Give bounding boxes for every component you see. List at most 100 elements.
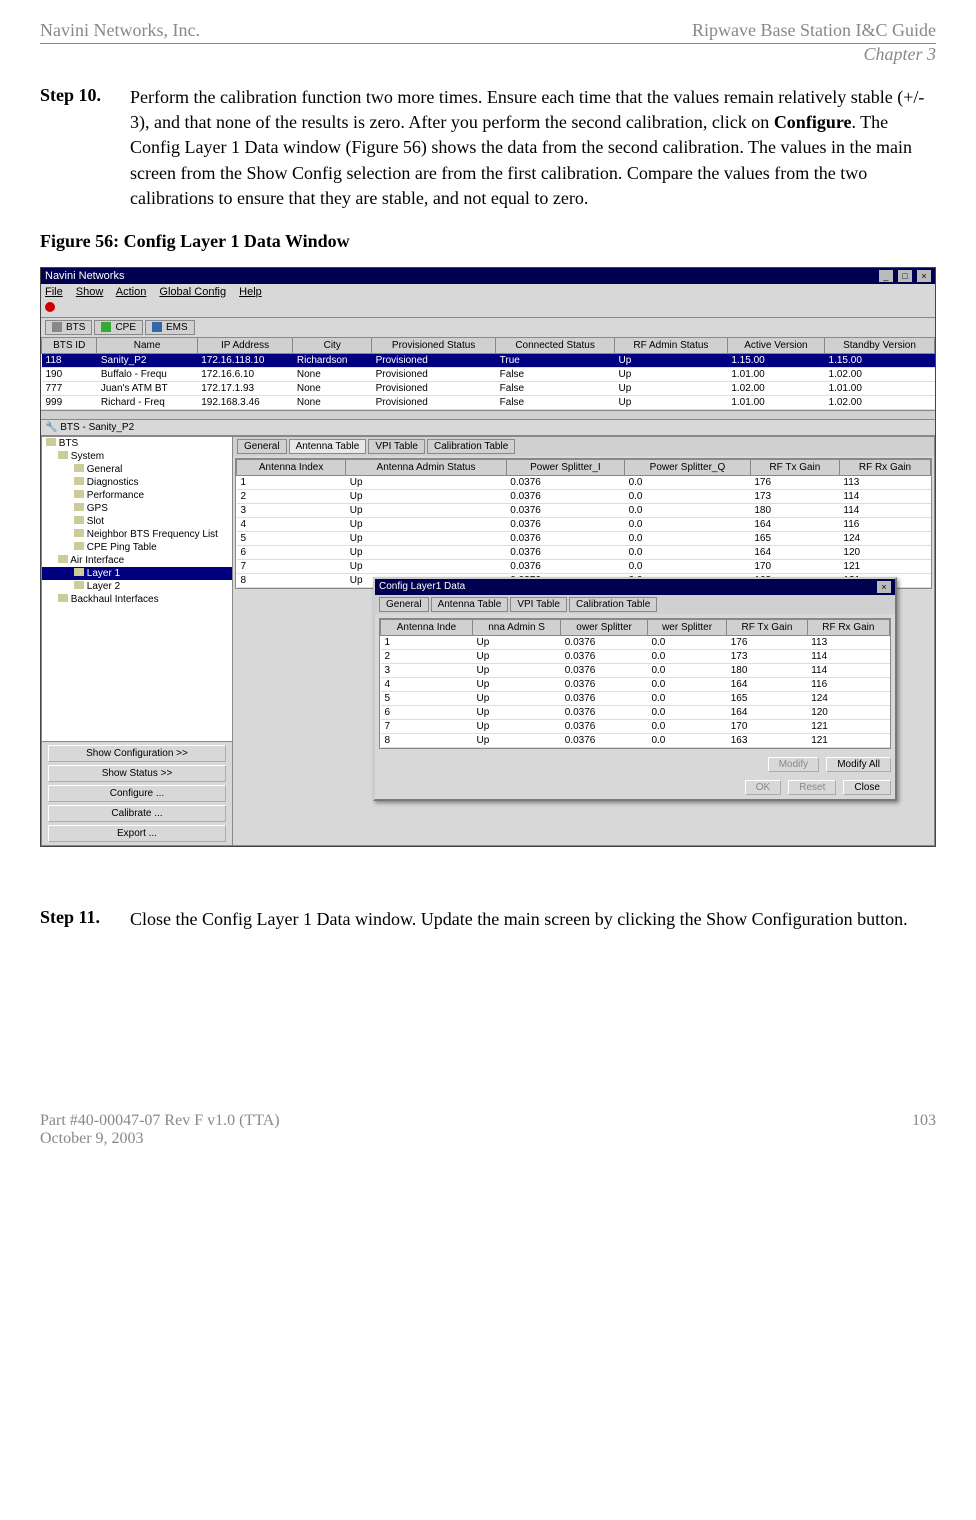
table-row[interactable]: 2Up0.03760.0173114	[381, 649, 890, 663]
tree-node[interactable]: CPE Ping Table	[42, 541, 232, 554]
col-header[interactable]: Antenna Index	[237, 459, 346, 475]
col-header[interactable]: Standby Version	[825, 337, 935, 353]
tree-node[interactable]: Layer 1	[42, 567, 232, 580]
col-header[interactable]: RF Rx Gain	[807, 619, 889, 635]
col-header[interactable]: IP Address	[197, 337, 293, 353]
tree-node[interactable]: Diagnostics	[42, 476, 232, 489]
col-header[interactable]: BTS ID	[42, 337, 97, 353]
menubar: File Show Action Global Config Help	[41, 284, 935, 300]
table-row[interactable]: 8Up0.03760.0163121	[381, 733, 890, 747]
col-header[interactable]: wer Splitter	[647, 619, 726, 635]
tree-node[interactable]: BTS	[42, 437, 232, 450]
table-row[interactable]: 4Up0.03760.0164116	[381, 677, 890, 691]
menu-global-config[interactable]: Global Config	[159, 286, 226, 298]
table-row[interactable]: 1Up0.03760.0176113	[237, 475, 931, 489]
nav-tree[interactable]: BTS System General Diagnostics Performan…	[41, 436, 233, 742]
tab-general[interactable]: General	[237, 439, 287, 454]
table-row[interactable]: 6Up0.03760.0164120	[381, 705, 890, 719]
dialog-close-icon[interactable]: ×	[877, 581, 891, 593]
tab-antenna[interactable]: Antenna Table	[289, 439, 367, 454]
dialog-grid[interactable]: Antenna Indenna Admin Sower Splitterwer …	[380, 619, 890, 748]
col-header[interactable]: RF Admin Status	[615, 337, 728, 353]
tree-node[interactable]: System	[42, 450, 232, 463]
splitter[interactable]	[41, 410, 935, 420]
tree-node[interactable]: GPS	[42, 502, 232, 515]
dialog-buttons-row2: OK Reset Close	[375, 776, 895, 799]
table-row[interactable]: 7Up0.03760.0170121	[237, 559, 931, 573]
cpe-icon	[101, 322, 111, 332]
col-header[interactable]: ower Splitter	[561, 619, 648, 635]
toolbar-icon[interactable]	[45, 302, 55, 312]
close-icon[interactable]: ×	[917, 270, 931, 282]
col-header[interactable]: Name	[97, 337, 197, 353]
col-header[interactable]: RF Rx Gain	[839, 459, 930, 475]
dtab-calibration[interactable]: Calibration Table	[569, 597, 657, 612]
col-header[interactable]: RF Tx Gain	[750, 459, 839, 475]
menu-help[interactable]: Help	[239, 286, 262, 298]
tab-vpi[interactable]: VPI Table	[368, 439, 425, 454]
col-header[interactable]: Power Splitter_I	[506, 459, 624, 475]
tree-node[interactable]: Air Interface	[42, 554, 232, 567]
dtab-antenna[interactable]: Antenna Table	[431, 597, 509, 612]
table-row[interactable]: 3Up0.03760.0180114	[237, 503, 931, 517]
btn-modify[interactable]: Modify	[768, 757, 819, 772]
table-row[interactable]: 4Up0.03760.0164116	[237, 517, 931, 531]
col-header[interactable]: Active Version	[727, 337, 824, 353]
tab-ems[interactable]: EMS	[145, 320, 195, 335]
table-row[interactable]: 5Up0.03760.0165124	[381, 691, 890, 705]
table-row[interactable]: 999Richard - Freq192.168.3.46NoneProvisi…	[42, 395, 935, 409]
col-header[interactable]: Antenna Admin Status	[346, 459, 507, 475]
maximize-icon[interactable]: □	[898, 270, 912, 282]
inner-tabs: General Antenna Table VPI Table Calibrat…	[233, 437, 934, 456]
menu-file[interactable]: File	[45, 286, 63, 298]
dtab-vpi[interactable]: VPI Table	[510, 597, 567, 612]
btn-ok[interactable]: OK	[745, 780, 781, 795]
side-buttons: Show Configuration >> Show Status >> Con…	[41, 742, 233, 846]
menu-action[interactable]: Action	[116, 286, 147, 298]
minimize-icon[interactable]: _	[879, 270, 893, 282]
menu-show[interactable]: Show	[76, 286, 104, 298]
btn-reset[interactable]: Reset	[788, 780, 836, 795]
col-header[interactable]: Connected Status	[496, 337, 615, 353]
tree-node[interactable]: Layer 2	[42, 580, 232, 593]
tab-calibration[interactable]: Calibration Table	[427, 439, 515, 454]
table-row[interactable]: 5Up0.03760.0165124	[237, 531, 931, 545]
col-header[interactable]: Provisioned Status	[372, 337, 496, 353]
table-row[interactable]: 190Buffalo - Frequ172.16.6.10NoneProvisi…	[42, 367, 935, 381]
table-row[interactable]: 7Up0.03760.0170121	[381, 719, 890, 733]
btn-modify-all[interactable]: Modify All	[826, 757, 891, 772]
table-row[interactable]: 6Up0.03760.0164120	[237, 545, 931, 559]
table-row[interactable]: 777Juan's ATM BT172.17.1.93NoneProvision…	[42, 381, 935, 395]
col-header[interactable]: City	[293, 337, 372, 353]
dialog-titlebar: Config Layer1 Data ×	[375, 579, 895, 595]
tab-bts[interactable]: BTS	[45, 320, 92, 335]
btn-close[interactable]: Close	[843, 780, 891, 795]
table-row[interactable]: 118Sanity_P2172.16.118.10RichardsonProvi…	[42, 353, 935, 367]
dtab-general[interactable]: General	[379, 597, 429, 612]
antenna-grid[interactable]: Antenna IndexAntenna Admin StatusPower S…	[236, 459, 931, 588]
tree-node[interactable]: Slot	[42, 515, 232, 528]
lower-pane: BTS System General Diagnostics Performan…	[41, 436, 935, 846]
btn-configure[interactable]: Configure ...	[48, 785, 227, 802]
col-header[interactable]: Power Splitter_Q	[625, 459, 751, 475]
table-row[interactable]: 1Up0.03760.0176113	[381, 635, 890, 649]
bts-grid[interactable]: BTS IDNameIP AddressCityProvisioned Stat…	[41, 337, 935, 410]
col-header[interactable]: Antenna Inde	[381, 619, 473, 635]
btn-calibrate[interactable]: Calibrate ...	[48, 805, 227, 822]
tab-cpe[interactable]: CPE	[94, 320, 143, 335]
folder-icon	[74, 503, 84, 511]
btn-export[interactable]: Export ...	[48, 825, 227, 842]
tree-node[interactable]: Neighbor BTS Frequency List	[42, 528, 232, 541]
tree-node[interactable]: General	[42, 463, 232, 476]
folder-icon	[58, 451, 68, 459]
col-header[interactable]: nna Admin S	[472, 619, 560, 635]
tree-node[interactable]: Performance	[42, 489, 232, 502]
btn-show-config[interactable]: Show Configuration >>	[48, 745, 227, 762]
table-row[interactable]: 2Up0.03760.0173114	[237, 489, 931, 503]
table-row[interactable]: 3Up0.03760.0180114	[381, 663, 890, 677]
bts-icon	[52, 322, 62, 332]
tree-node[interactable]: Backhaul Interfaces	[42, 593, 232, 606]
col-header[interactable]: RF Tx Gain	[727, 619, 807, 635]
btn-show-status[interactable]: Show Status >>	[48, 765, 227, 782]
folder-icon	[74, 568, 84, 576]
